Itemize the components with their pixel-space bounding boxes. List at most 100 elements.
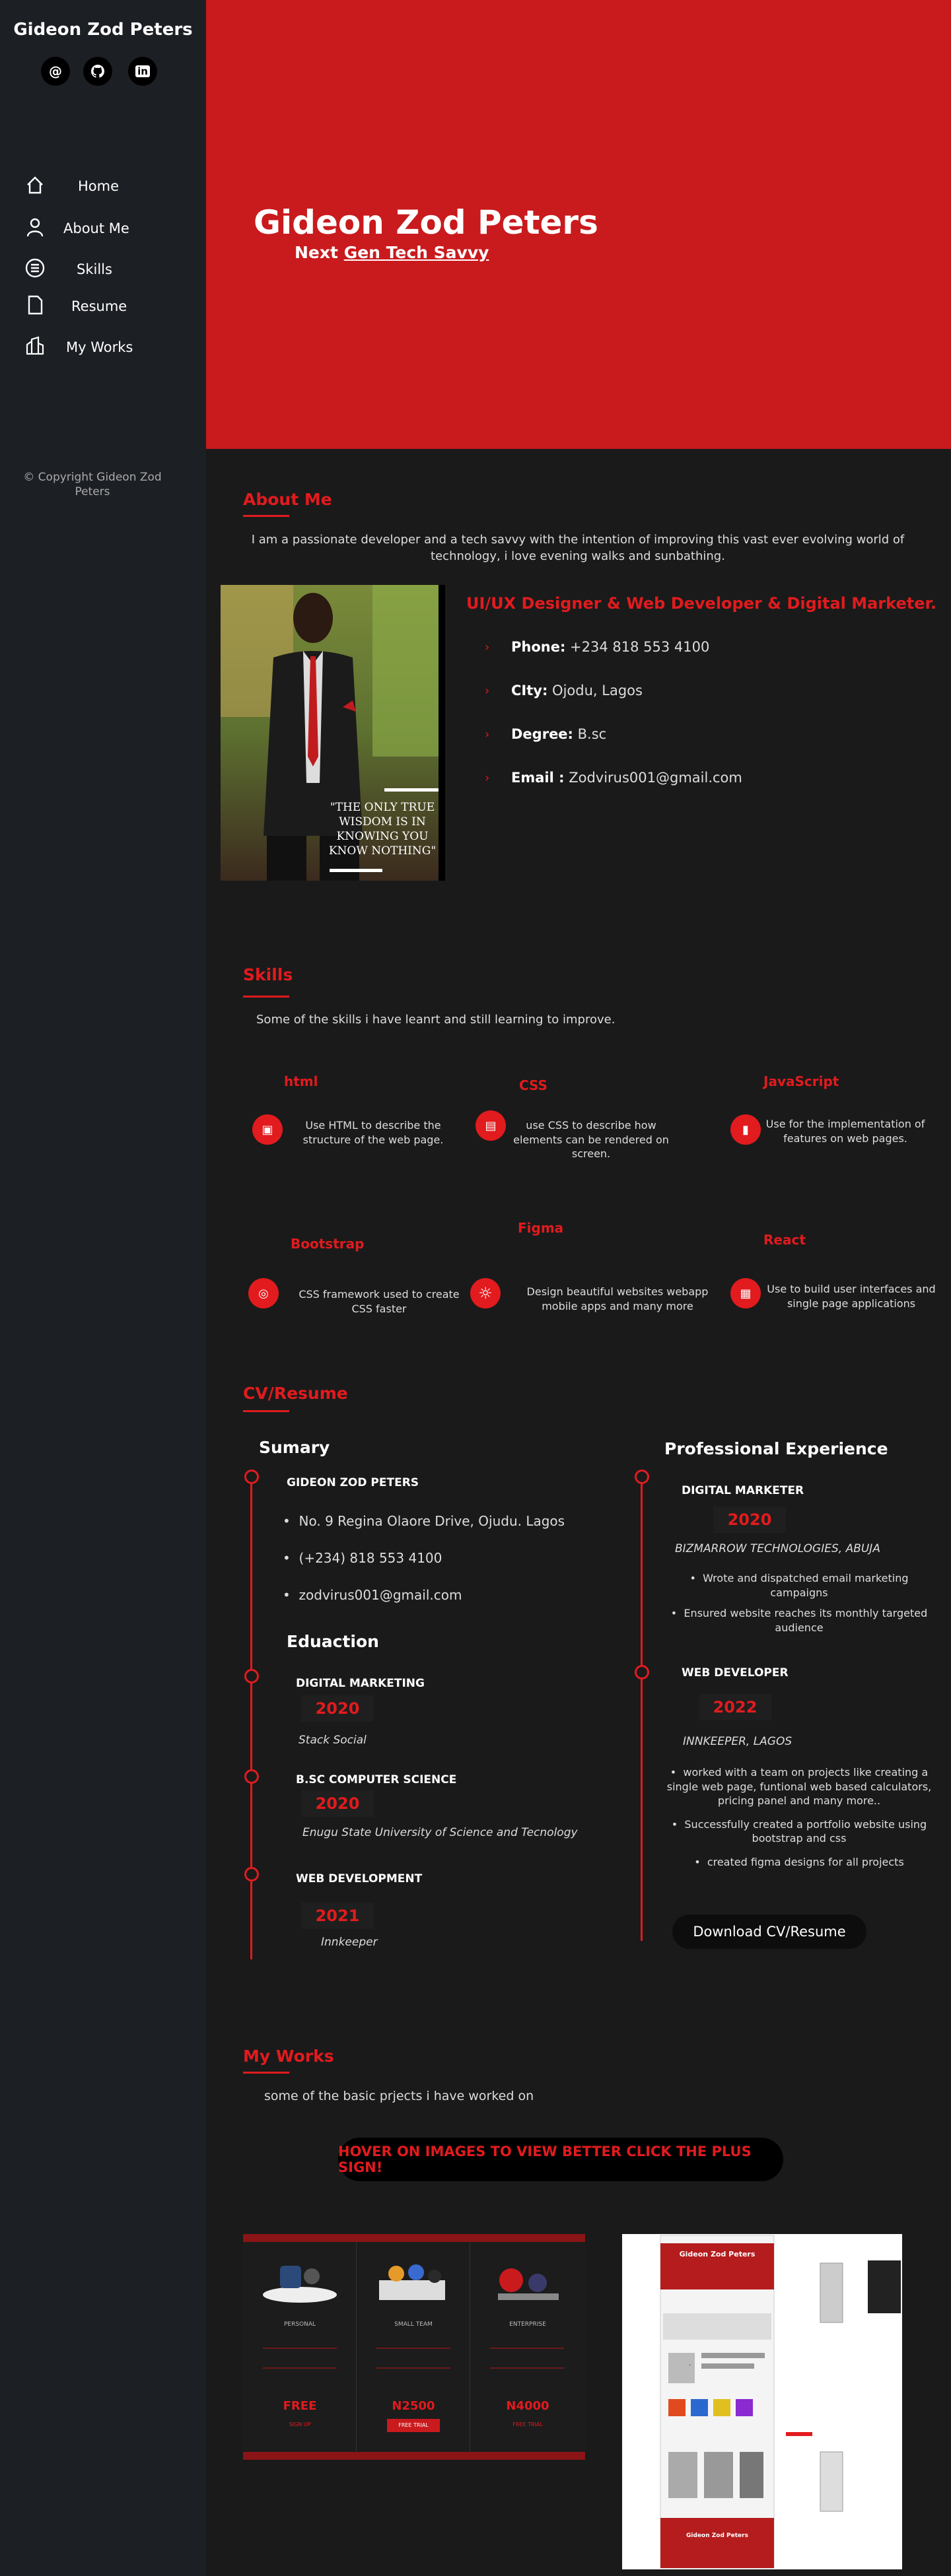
- year-badge: 2020: [301, 1695, 374, 1722]
- timeline-dot: [244, 1769, 259, 1784]
- nav-about[interactable]: About Me: [0, 213, 206, 246]
- profile-photo: "THE ONLY TRUE WISDOM IS IN KNOWING YOU …: [221, 585, 445, 881]
- home-icon: [27, 176, 43, 194]
- pricing-cta: FREE TRIAL: [512, 2422, 543, 2427]
- nav-my-works[interactable]: My Works: [0, 331, 206, 364]
- list-item: • worked with a team on projects like cr…: [666, 1766, 932, 1808]
- experience-org: INNKEEPER, LAGOS: [683, 1735, 792, 1748]
- education-title: DIGITAL MARKETING: [296, 1677, 425, 1690]
- skill-title: CSS: [519, 1077, 547, 1093]
- section-underline: [243, 996, 289, 998]
- timeline-line: [250, 1477, 252, 1959]
- pricing-cta: FREE TRIAL: [387, 2419, 440, 2432]
- pricing-card: PERSONAL FREE SIGN UP: [243, 2242, 357, 2452]
- pricing-tier: SMALL TEAM: [394, 2321, 433, 2328]
- skill-desc: Use HTML to describe the structure of th…: [302, 1119, 444, 1146]
- year-badge: 2022: [699, 1694, 771, 1720]
- pricing-card: SMALL TEAM N2500 FREE TRIAL: [357, 2242, 470, 2452]
- download-cv-button[interactable]: Download CV/Resume: [672, 1915, 866, 1949]
- timeline-dot: [244, 1867, 259, 1881]
- nav-home[interactable]: Home: [0, 170, 206, 203]
- linkedin-icon[interactable]: in: [128, 57, 157, 86]
- chevron-right-icon: ›: [485, 771, 490, 785]
- list-item: • created figma designs for all projects: [694, 1855, 904, 1868]
- photo-quote: "THE ONLY TRUE WISDOM IS IN KNOWING YOU …: [328, 801, 437, 858]
- section-underline: [243, 1410, 289, 1412]
- pricing-cta: SIGN UP: [289, 2422, 311, 2427]
- year-badge: 2021: [301, 1903, 374, 1929]
- timeline-dot: [244, 1470, 259, 1484]
- skill-title: JavaScript: [763, 1073, 839, 1089]
- timeline-dot: [244, 1669, 259, 1683]
- experience-org: BIZMARROW TECHNOLOGIES, ABUJA: [675, 1542, 880, 1555]
- about-text: I am a passionate developer and a tech s…: [251, 533, 905, 564]
- hero-banner: Gideon Zod Peters Next Gen Tech Savvy: [206, 0, 951, 449]
- pricing-price: FREE: [283, 2399, 317, 2413]
- pricing-price: N2500: [392, 2399, 435, 2413]
- education-org: Enugu State University of Science and Te…: [302, 1826, 578, 1839]
- skills-title: Skills: [243, 965, 293, 984]
- pricing-project-thumbnail[interactable]: PERSONAL FREE SIGN UP SMALL TEAM N2500 F…: [243, 2234, 585, 2460]
- skills-intro: Some of the skills i have leanrt and sti…: [256, 1013, 616, 1027]
- chevron-right-icon: ›: [485, 640, 490, 654]
- role-title: UI/UX Designer & Web Developer & Digital…: [466, 594, 937, 613]
- nav-resume[interactable]: Resume: [0, 290, 206, 323]
- calendar-icon: ▦: [730, 1278, 761, 1308]
- list-icon: [25, 258, 45, 278]
- experience-points: • Wrote and dispatched email marketing c…: [660, 1571, 938, 1635]
- section-underline: [243, 515, 289, 517]
- year-badge: 2020: [301, 1790, 374, 1817]
- education-org: Innkeeper: [321, 1936, 378, 1949]
- section-underline: [243, 2072, 289, 2074]
- bar-chart-icon: ▮: [730, 1114, 761, 1145]
- list-item: • Wrote and dispatched email marketing c…: [689, 1572, 909, 1599]
- year-badge: 2020: [713, 1507, 786, 1533]
- hero-sub-link[interactable]: Gen Tech Savvy: [344, 243, 489, 262]
- timeline-dot: [635, 1665, 649, 1679]
- timeline-line: [641, 1479, 643, 1941]
- nav-label: Home: [78, 178, 120, 194]
- sun-icon: ☼: [470, 1278, 501, 1308]
- chevron-right-icon: ›: [485, 684, 490, 698]
- resume-title: CV/Resume: [243, 1384, 348, 1403]
- works-intro: some of the basic prjects i have worked …: [264, 2089, 534, 2103]
- binoculars-icon: ◎: [248, 1278, 279, 1308]
- skill-title: React: [763, 1232, 806, 1248]
- nav-label: My Works: [66, 339, 133, 355]
- experience-points: • worked with a team on projects like cr…: [660, 1765, 938, 1870]
- education-title: B.SC COMPUTER SCIENCE: [296, 1773, 457, 1786]
- skill-title: Figma: [518, 1220, 564, 1236]
- portfolio-design-thumbnail[interactable]: Gideon Zod Peters Gideon Zod Peters: [622, 2234, 902, 2569]
- summary-line: • zodvirus001@gmail.com: [283, 1587, 462, 1603]
- hero-subtitle: Next Gen Tech Savvy: [295, 243, 489, 262]
- hero-sub-prefix: Next: [295, 243, 338, 262]
- chevron-right-icon: ›: [485, 728, 490, 741]
- github-icon[interactable]: [83, 57, 112, 86]
- education-org: Stack Social: [299, 1734, 367, 1747]
- list-item: • Successfully created a portfolio websi…: [671, 1817, 927, 1845]
- skill-desc: Use to build user interfaces and single …: [767, 1283, 936, 1310]
- summary-line: • No. 9 Regina Olaore Drive, Ojudu. Lago…: [283, 1513, 565, 1529]
- education-heading: Eduaction: [287, 1632, 379, 1651]
- nav-label: About Me: [63, 220, 129, 236]
- nav-label: Skills: [77, 261, 112, 277]
- mock-footer-title: Gideon Zod Peters: [686, 2532, 748, 2539]
- at-sign-icon[interactable]: @: [41, 57, 70, 86]
- hover-hint-button[interactable]: HOVER ON IMAGES TO VIEW BETTER CLICK THE…: [338, 2138, 783, 2181]
- pricing-price: N4000: [506, 2399, 549, 2413]
- education-title: WEB DEVELOPMENT: [296, 1872, 423, 1885]
- pricing-tier: ENTERPRISE: [509, 2321, 546, 2328]
- user-icon: [26, 218, 44, 237]
- experience-title: DIGITAL MARKETER: [682, 1484, 804, 1497]
- works-title: My Works: [243, 2047, 334, 2066]
- list-item: • Ensured website reaches its monthly ta…: [670, 1607, 928, 1634]
- summary-line: • (+234) 818 553 4100: [283, 1550, 442, 1566]
- summary-name: GIDEON ZOD PETERS: [287, 1476, 419, 1489]
- pricing-card: ENTERPRISE N4000 FREE TRIAL: [470, 2242, 585, 2452]
- file-icon: [28, 295, 43, 315]
- card-icon: ▤: [476, 1110, 506, 1141]
- experience-title: WEB DEVELOPER: [682, 1666, 789, 1679]
- sidebar: Gideon Zod Peters @ in Home About Me Ski…: [0, 0, 206, 2576]
- skill-desc: CSS framework used to create CSS faster: [299, 1288, 460, 1315]
- nav-skills[interactable]: Skills: [0, 254, 206, 287]
